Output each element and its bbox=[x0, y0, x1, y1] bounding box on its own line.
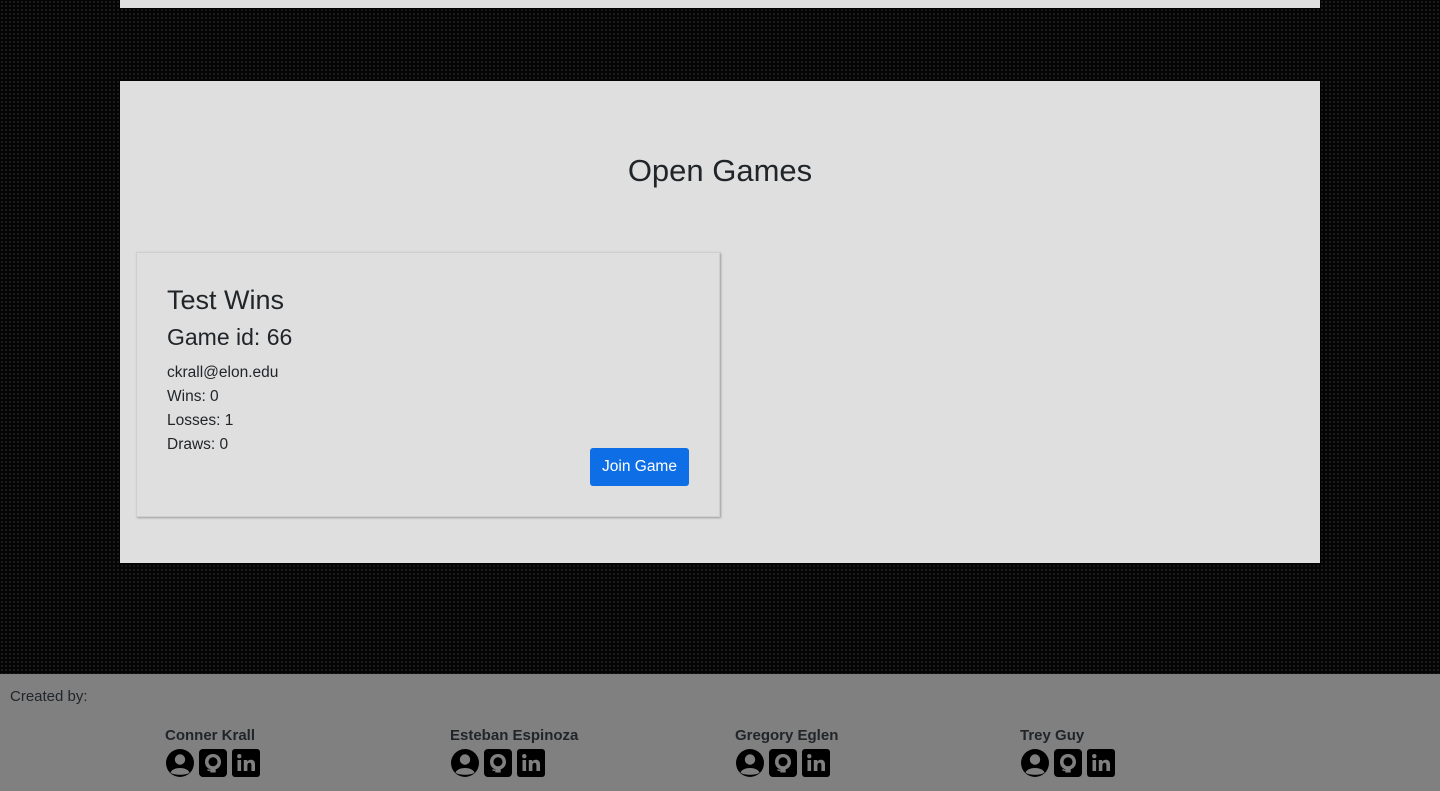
linkedin-icon[interactable] bbox=[516, 748, 546, 778]
creator-name: Trey Guy bbox=[1020, 727, 1085, 744]
creator-links bbox=[450, 748, 690, 778]
creator-links bbox=[165, 748, 405, 778]
created-by-label: Created by: bbox=[10, 688, 88, 705]
github-icon[interactable] bbox=[1053, 748, 1083, 778]
user-icon[interactable] bbox=[450, 748, 480, 778]
user-icon[interactable] bbox=[165, 748, 195, 778]
game-id: Game id: 66 bbox=[167, 324, 293, 350]
linkedin-icon[interactable] bbox=[231, 748, 261, 778]
creator-links bbox=[1020, 748, 1260, 778]
open-games-panel: Open Games Test Wins Game id: 66 ckrall@… bbox=[120, 81, 1320, 563]
creator-name: Gregory Eglen bbox=[735, 727, 839, 744]
join-game-button[interactable]: Join Game bbox=[590, 448, 689, 486]
previous-panel-edge bbox=[120, 0, 1320, 8]
host-email: ckrall@elon.edu bbox=[167, 364, 279, 381]
user-icon[interactable] bbox=[1020, 748, 1050, 778]
game-stats: ckrall@elon.edu Wins: 0 Losses: 1 Draws:… bbox=[167, 361, 278, 457]
user-icon[interactable] bbox=[735, 748, 765, 778]
creator-conner-krall: Conner Krall bbox=[165, 727, 405, 778]
game-card: Test Wins Game id: 66 ckrall@elon.edu Wi… bbox=[136, 252, 720, 517]
host-losses: Losses: 1 bbox=[167, 412, 234, 429]
creator-links bbox=[735, 748, 975, 778]
creator-name: Conner Krall bbox=[165, 727, 256, 744]
github-icon[interactable] bbox=[198, 748, 228, 778]
linkedin-icon[interactable] bbox=[801, 748, 831, 778]
github-icon[interactable] bbox=[483, 748, 513, 778]
creator-trey-guy: Trey Guy bbox=[1020, 727, 1260, 778]
host-wins: Wins: 0 bbox=[167, 388, 219, 405]
linkedin-icon[interactable] bbox=[1086, 748, 1116, 778]
game-title: Test Wins bbox=[167, 285, 285, 315]
open-games-title: Open Games bbox=[627, 153, 813, 188]
footer: Created by: Conner Krall Esteban Espinoz… bbox=[0, 674, 1440, 791]
creator-name: Esteban Espinoza bbox=[450, 727, 579, 744]
creator-gregory-eglen: Gregory Eglen bbox=[735, 727, 975, 778]
github-icon[interactable] bbox=[768, 748, 798, 778]
host-draws: Draws: 0 bbox=[167, 436, 229, 453]
creator-esteban-espinoza: Esteban Espinoza bbox=[450, 727, 690, 778]
